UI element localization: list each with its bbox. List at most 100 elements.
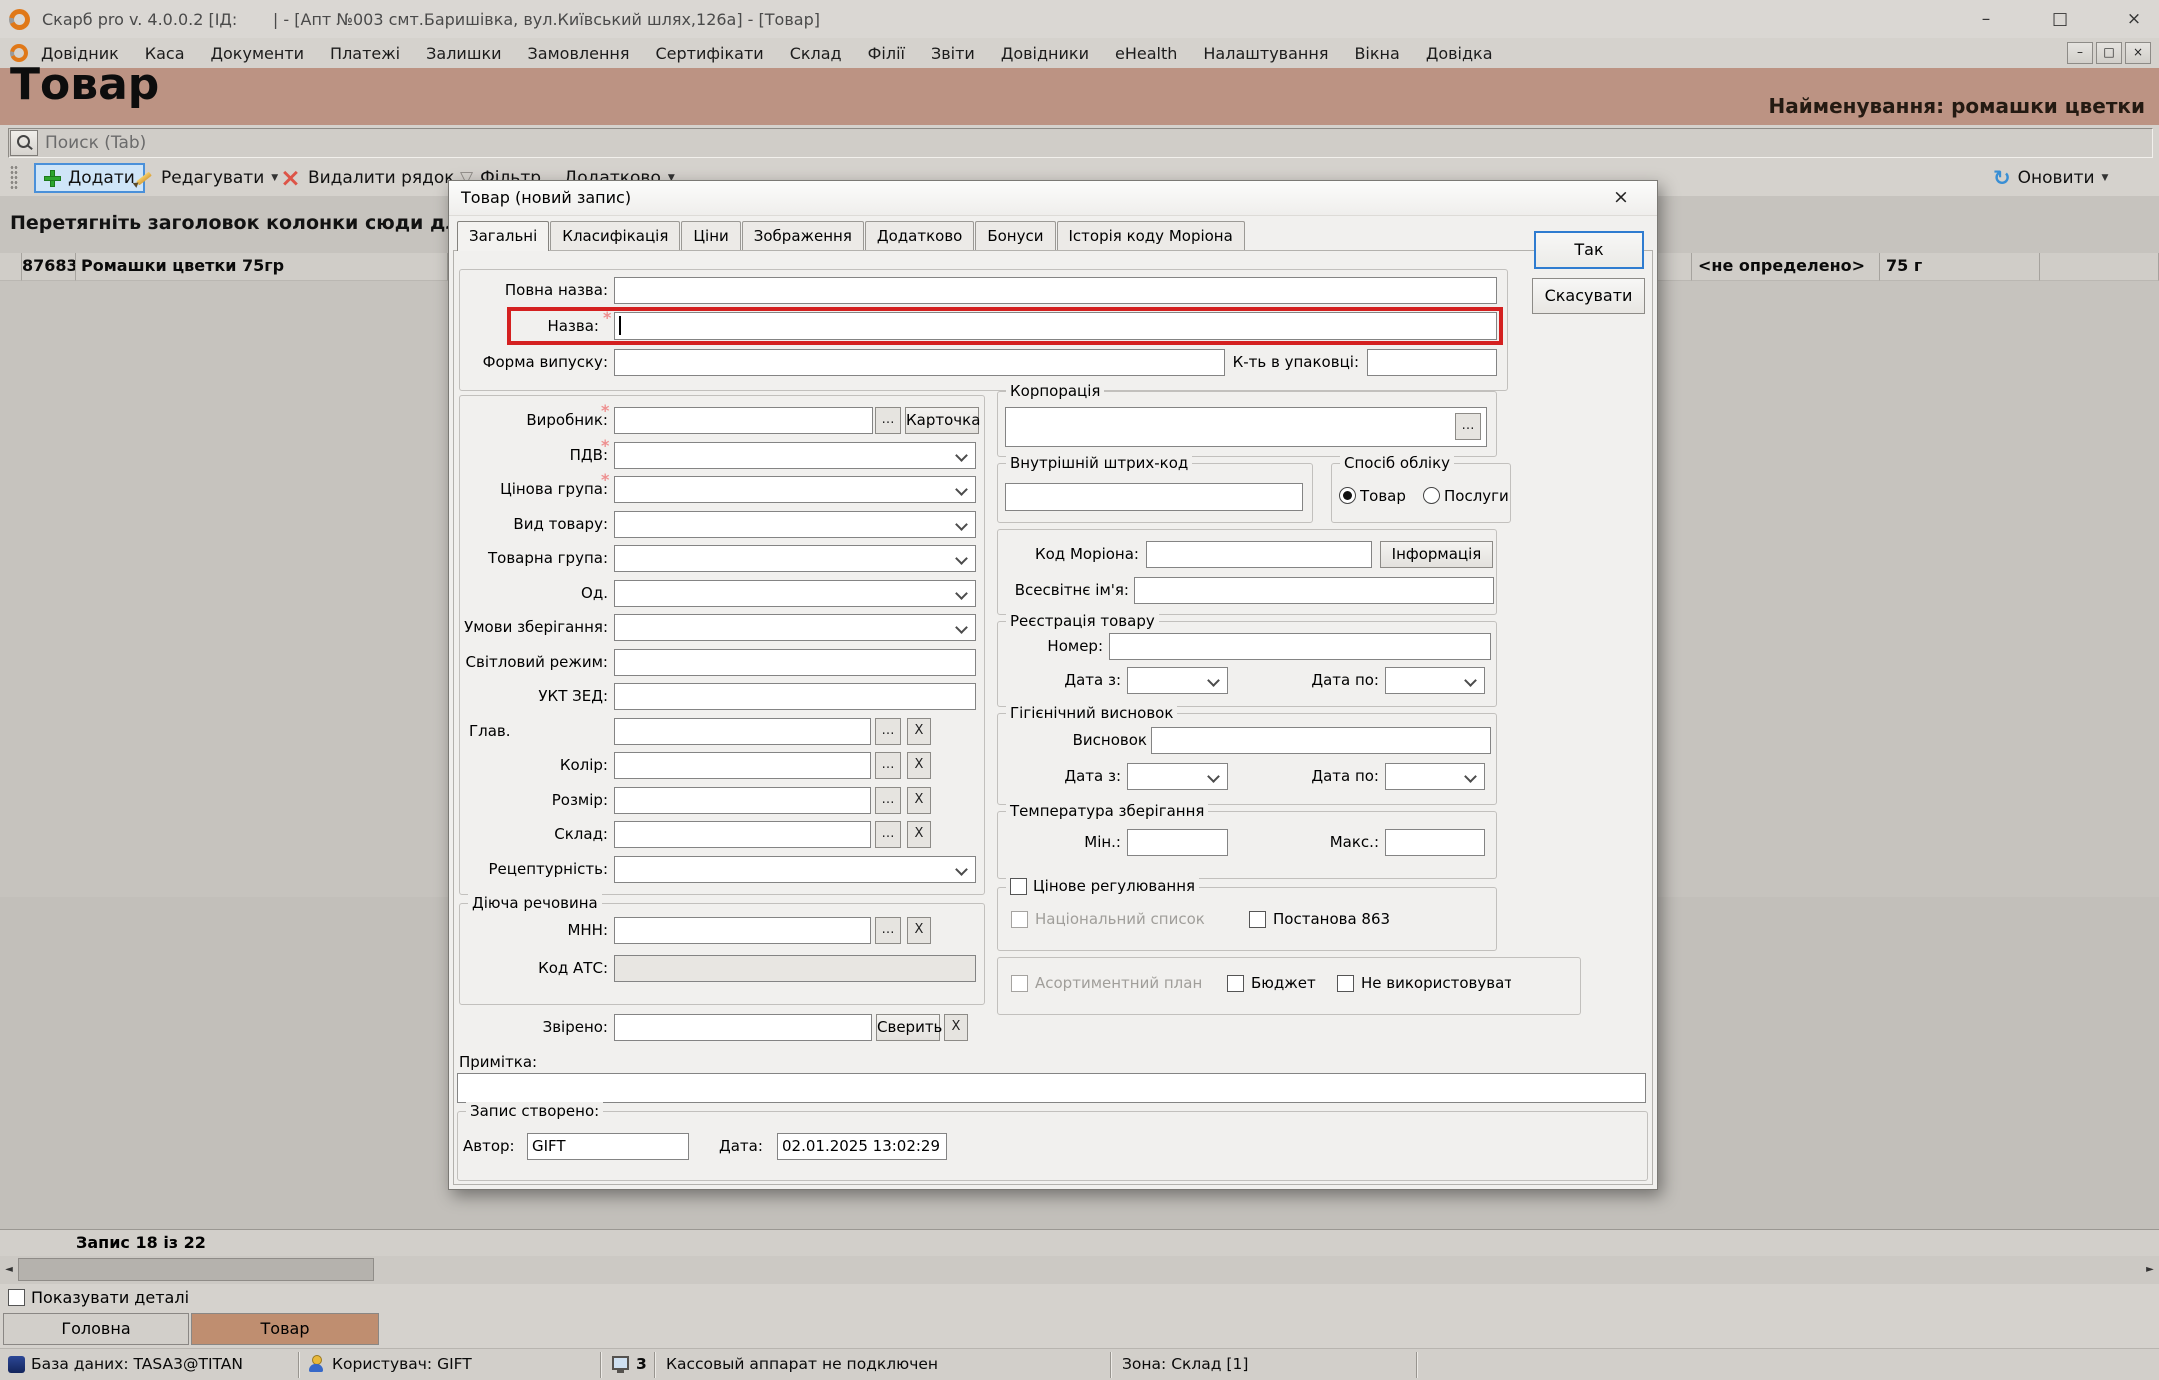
services-radio[interactable]	[1423, 487, 1440, 504]
reg-number-field[interactable]	[1109, 633, 1491, 660]
reg-date-to-select[interactable]	[1385, 667, 1485, 694]
full-name-field[interactable]	[614, 277, 1497, 304]
tab-home[interactable]: Головна	[3, 1313, 189, 1345]
dialog-tab[interactable]: Класифікація	[550, 221, 681, 250]
storage-conditions-select[interactable]	[614, 614, 976, 641]
resolution-863-checkbox[interactable]	[1249, 911, 1266, 928]
name-field[interactable]	[614, 312, 1497, 340]
close-button[interactable]: ×	[2119, 9, 2149, 29]
cancel-button[interactable]: Скасувати	[1532, 278, 1645, 314]
warehouse-clear-button[interactable]: X	[907, 821, 931, 848]
menu-item[interactable]: Налаштування	[1190, 44, 1341, 63]
dialog-close-icon[interactable]: ×	[1607, 186, 1635, 210]
search-input[interactable]	[39, 132, 2152, 154]
cell-id[interactable]: 87683	[22, 253, 76, 281]
light-mode-field[interactable]	[614, 649, 976, 676]
note-field[interactable]	[457, 1073, 1646, 1103]
horizontal-scrollbar[interactable]: ◄ ►	[0, 1256, 2159, 1284]
cell-qty[interactable]	[2040, 253, 2159, 281]
mdi-restore-button[interactable]: □	[2096, 42, 2122, 64]
mdi-minimize-button[interactable]: –	[2067, 42, 2093, 64]
corporation-lookup-icon[interactable]: …	[1455, 413, 1481, 440]
temp-min-field[interactable]	[1127, 829, 1228, 856]
show-details-checkbox[interactable]	[8, 1289, 25, 1306]
world-name-field[interactable]	[1134, 577, 1494, 604]
manufacturer-field[interactable]	[614, 407, 873, 434]
morion-code-field[interactable]	[1146, 541, 1372, 568]
qty-per-pack-field[interactable]	[1367, 349, 1497, 376]
dialog-tab[interactable]: Додатково	[864, 221, 975, 250]
toolbar-grip-handle[interactable]	[10, 165, 18, 191]
refresh-button[interactable]: ↻ Оновити ▼	[1985, 163, 2116, 193]
minimize-button[interactable]: –	[1971, 9, 2001, 29]
menu-item[interactable]: Склад	[777, 44, 855, 63]
menu-item[interactable]: Звіти	[918, 44, 988, 63]
color-field[interactable]	[614, 752, 871, 779]
mdi-close-button[interactable]: ×	[2125, 42, 2151, 64]
hyg-date-from-select[interactable]	[1127, 763, 1228, 790]
verify-button[interactable]: Сверить	[876, 1014, 942, 1041]
release-form-field[interactable]	[614, 349, 1225, 376]
menu-item[interactable]: Залишки	[413, 44, 514, 63]
dialog-tab[interactable]: Історія коду Моріона	[1056, 221, 1245, 250]
menu-item[interactable]: Довідники	[988, 44, 1102, 63]
menu-item[interactable]: Довідка	[1413, 44, 1506, 63]
cell-full-name[interactable]: Ромашки цветки 75гр	[76, 253, 448, 281]
glav-field[interactable]	[614, 718, 871, 745]
product-kind-select[interactable]	[614, 511, 976, 538]
budget-checkbox[interactable]	[1227, 975, 1244, 992]
author-field[interactable]: GIFT	[527, 1133, 689, 1160]
menu-item[interactable]: Вікна	[1341, 44, 1412, 63]
product-group-select[interactable]	[614, 545, 976, 572]
reg-date-from-select[interactable]	[1127, 667, 1228, 694]
corporation-field[interactable]	[1005, 407, 1487, 447]
dialog-tab[interactable]: Зображення	[741, 221, 864, 250]
dialog-tab[interactable]: Бонуси	[975, 221, 1056, 250]
scroll-right-icon[interactable]: ►	[2141, 1256, 2159, 1284]
size-field[interactable]	[614, 787, 871, 814]
glav-clear-button[interactable]: X	[907, 718, 931, 745]
restore-button[interactable]: □	[2045, 9, 2075, 29]
verified-field[interactable]	[614, 1014, 872, 1041]
not-used-checkbox[interactable]	[1337, 975, 1354, 992]
cell-form[interactable]: 75 г	[1880, 253, 2040, 281]
size-lookup-icon[interactable]: …	[875, 787, 901, 814]
menu-item[interactable]: Документи	[198, 44, 318, 63]
menu-item[interactable]: Замовлення	[515, 44, 643, 63]
size-clear-button[interactable]: X	[907, 787, 931, 814]
color-clear-button[interactable]: X	[907, 752, 931, 779]
unit-select[interactable]	[614, 580, 976, 607]
manufacturer-lookup-icon[interactable]: …	[875, 407, 901, 434]
warehouse-lookup-icon[interactable]: …	[875, 821, 901, 848]
mnn-lookup-icon[interactable]: …	[875, 917, 901, 944]
dialog-tab[interactable]: Ціни	[681, 221, 741, 250]
ukt-zed-field[interactable]	[614, 683, 976, 710]
hyg-date-to-select[interactable]	[1385, 763, 1485, 790]
dialog-tab[interactable]: Загальні	[457, 221, 550, 251]
menu-item[interactable]: eHealth	[1102, 44, 1190, 63]
verified-clear-button[interactable]: X	[944, 1014, 968, 1041]
edit-button[interactable]: Редагувати ▼	[126, 163, 286, 193]
price-regulation-checkbox[interactable]	[1010, 877, 1027, 895]
temp-max-field[interactable]	[1385, 829, 1485, 856]
card-button[interactable]: Карточка	[905, 407, 980, 434]
color-lookup-icon[interactable]: …	[875, 752, 901, 779]
barcode-field[interactable]	[1005, 483, 1303, 511]
scroll-left-icon[interactable]: ◄	[0, 1256, 18, 1284]
goods-radio[interactable]	[1339, 487, 1356, 504]
ok-button[interactable]: Так	[1534, 231, 1644, 269]
recipe-select[interactable]	[614, 856, 976, 883]
info-button[interactable]: Інформація	[1380, 541, 1493, 568]
vat-select[interactable]	[614, 442, 976, 469]
warehouse-field[interactable]	[614, 821, 871, 848]
tab-tovar[interactable]: Товар	[191, 1313, 379, 1345]
created-date-field[interactable]: 02.01.2025 13:02:29	[777, 1133, 947, 1160]
conclusion-field[interactable]	[1151, 727, 1491, 754]
menu-item[interactable]: Платежі	[317, 44, 413, 63]
cell-name[interactable]: <не определено>	[1692, 253, 1880, 281]
menu-item[interactable]: Філії	[855, 44, 918, 63]
delete-row-button[interactable]: × Видалити рядок	[272, 163, 463, 193]
mnn-field[interactable]	[614, 917, 871, 944]
menu-item[interactable]: Сертифікати	[642, 44, 776, 63]
glav-lookup-icon[interactable]: …	[875, 718, 901, 745]
